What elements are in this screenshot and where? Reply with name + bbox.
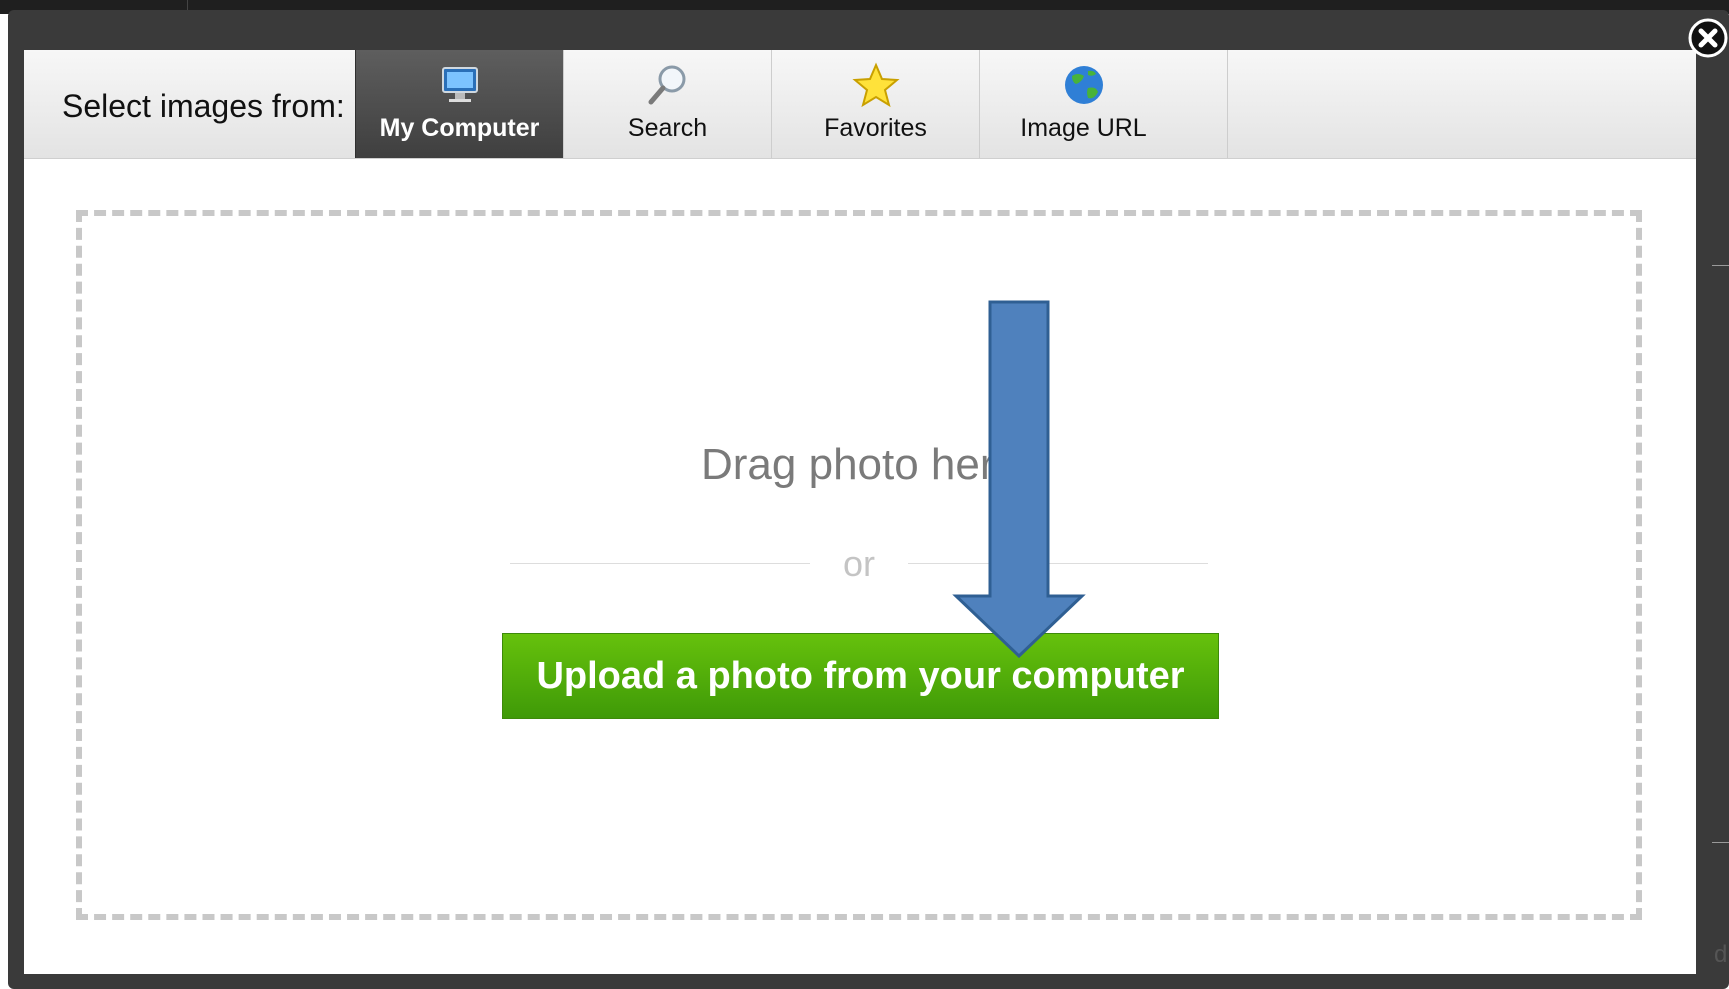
tab-label: Favorites (824, 114, 927, 142)
star-icon (852, 62, 900, 108)
tab-label: Image URL (1020, 114, 1147, 142)
magnifier-icon (648, 65, 686, 105)
source-tabbar: Select images from: My Computer Search F… (24, 50, 1696, 159)
background-divider (1712, 265, 1729, 266)
down-arrow-icon (952, 300, 1086, 658)
tab-search[interactable]: Search (563, 50, 771, 158)
image-picker-dialog: Select images from: My Computer Search F… (24, 50, 1696, 974)
tab-image-url[interactable]: Image URL (979, 50, 1187, 158)
or-separator: or (510, 543, 1208, 584)
or-separator-line-left (510, 563, 810, 564)
background-partial-text: d (1714, 941, 1728, 968)
tabbar-divider (1227, 50, 1228, 158)
or-text: or (842, 543, 875, 584)
tab-label: Search (627, 114, 708, 142)
tab-my-computer[interactable]: My Computer (355, 50, 563, 158)
close-icon[interactable] (1688, 18, 1728, 58)
tab-favorites[interactable]: Favorites (771, 50, 979, 158)
globe-icon (1065, 66, 1103, 104)
upload-photo-button[interactable]: Upload a photo from your computer (502, 633, 1219, 719)
tabbar-label: Select images from: (62, 88, 345, 124)
drag-photo-text: Drag photo here (701, 440, 1019, 489)
monitor-icon (442, 67, 478, 102)
tab-label: My Computer (379, 114, 540, 142)
background-divider (1712, 842, 1729, 843)
